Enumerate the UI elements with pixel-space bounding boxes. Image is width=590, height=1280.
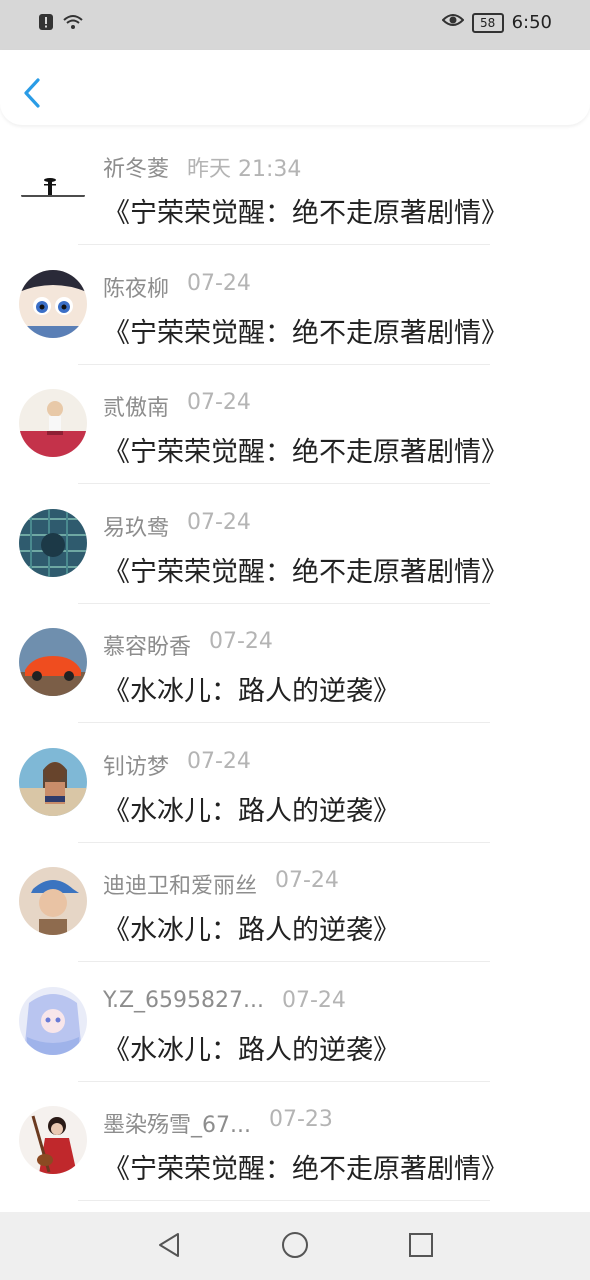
- book-title[interactable]: 《水冰儿：路人的逆袭》: [103, 789, 400, 828]
- eye-icon: [441, 12, 464, 33]
- avatar[interactable]: [19, 389, 87, 457]
- timestamp: 07-24: [275, 868, 339, 893]
- timestamp: 07-24: [282, 987, 346, 1013]
- user-name[interactable]: 祈冬菱: [103, 151, 169, 183]
- list-item[interactable]: 迪迪卫和爱丽丝 07-24 《水冰儿：路人的逆袭》: [0, 843, 590, 963]
- list-item[interactable]: 钊访梦 07-24 《水冰儿：路人的逆袭》: [0, 724, 590, 844]
- nav-back-button[interactable]: [154, 1230, 184, 1260]
- wifi-icon: [62, 13, 84, 35]
- user-name[interactable]: 慕容盼香: [103, 629, 191, 661]
- battery-icon: 58: [471, 12, 504, 33]
- timestamp: 07-24: [187, 390, 251, 415]
- square-recents-icon: [409, 1233, 433, 1257]
- list-item[interactable]: 易玖鸯 07-24 《宁荣荣觉醒：绝不走原著剧情》: [0, 485, 590, 605]
- book-title[interactable]: 《宁荣荣觉醒：绝不走原著剧情》: [103, 1147, 508, 1186]
- avatar[interactable]: [19, 269, 87, 338]
- timestamp: 昨天 21:34: [187, 157, 302, 182]
- list-item[interactable]: 陈夜柳 07-24 《宁荣荣觉醒：绝不走原著剧情》: [0, 246, 590, 366]
- avatar[interactable]: [19, 867, 87, 935]
- list-item[interactable]: Y.Z_6595827... 07-24 《水冰儿：路人的逆袭》: [0, 963, 590, 1083]
- timestamp: 07-23: [269, 1107, 333, 1132]
- avatar[interactable]: [19, 508, 87, 577]
- list-item[interactable]: 祈冬菱 昨天 21:34 《宁荣荣觉醒：绝不走原著剧情》: [0, 126, 590, 246]
- avatar[interactable]: [19, 747, 87, 816]
- alert-icon: [38, 13, 54, 35]
- book-title[interactable]: 《水冰儿：路人的逆袭》: [103, 669, 400, 708]
- timestamp: 07-24: [209, 629, 273, 654]
- book-title[interactable]: 《宁荣荣觉醒：绝不走原著剧情》: [103, 311, 508, 350]
- book-title[interactable]: 《水冰儿：路人的逆袭》: [103, 1028, 400, 1067]
- status-bar: 58 6:50: [0, 0, 590, 50]
- user-name[interactable]: 陈夜柳: [103, 271, 169, 303]
- user-name[interactable]: 钊访梦: [103, 749, 169, 781]
- book-title[interactable]: 《宁荣荣觉醒：绝不走原著剧情》: [103, 550, 508, 589]
- user-name[interactable]: 易玖鸯: [103, 510, 169, 542]
- top-app-bar: [0, 50, 590, 125]
- list-item[interactable]: 墨染殇雪_67... 07-23 《宁荣荣觉醒：绝不走原著剧情》: [0, 1082, 590, 1202]
- circle-home-icon: [282, 1232, 308, 1258]
- avatar[interactable]: [19, 1106, 87, 1174]
- message-list: 祈冬菱 昨天 21:34 《宁荣荣觉醒：绝不走原著剧情》 陈夜柳 07-24 《宁荣荣觉醒…: [0, 126, 590, 1202]
- nav-home-button[interactable]: [280, 1230, 310, 1260]
- nav-recents-button[interactable]: [406, 1230, 436, 1260]
- user-name[interactable]: 墨染殇雪_67...: [103, 1107, 251, 1139]
- clock: 6:50: [511, 12, 552, 33]
- battery-level: 58: [479, 15, 496, 30]
- book-title[interactable]: 《宁荣荣觉醒：绝不走原著剧情》: [103, 191, 508, 230]
- system-nav-bar: [0, 1212, 590, 1280]
- divider: [78, 1200, 490, 1201]
- user-name[interactable]: 贰傲南: [103, 390, 169, 422]
- triangle-back-icon: [159, 1233, 179, 1257]
- back-button[interactable]: [20, 76, 46, 110]
- list-item[interactable]: 贰傲南 07-24 《宁荣荣觉醒：绝不走原著剧情》: [0, 365, 590, 485]
- user-name[interactable]: 迪迪卫和爱丽丝: [103, 868, 257, 900]
- timestamp: 07-24: [187, 748, 251, 774]
- book-title[interactable]: 《宁荣荣觉醒：绝不走原著剧情》: [103, 430, 508, 469]
- book-title[interactable]: 《水冰儿：路人的逆袭》: [103, 908, 400, 947]
- list-item[interactable]: 慕容盼香 07-24 《水冰儿：路人的逆袭》: [0, 604, 590, 724]
- avatar[interactable]: [19, 986, 87, 1055]
- avatar[interactable]: [19, 150, 87, 218]
- user-name[interactable]: Y.Z_6595827...: [103, 988, 264, 1013]
- timestamp: 07-24: [187, 509, 251, 535]
- avatar[interactable]: [19, 628, 87, 696]
- chevron-left-icon: [24, 78, 40, 108]
- timestamp: 07-24: [187, 270, 251, 296]
